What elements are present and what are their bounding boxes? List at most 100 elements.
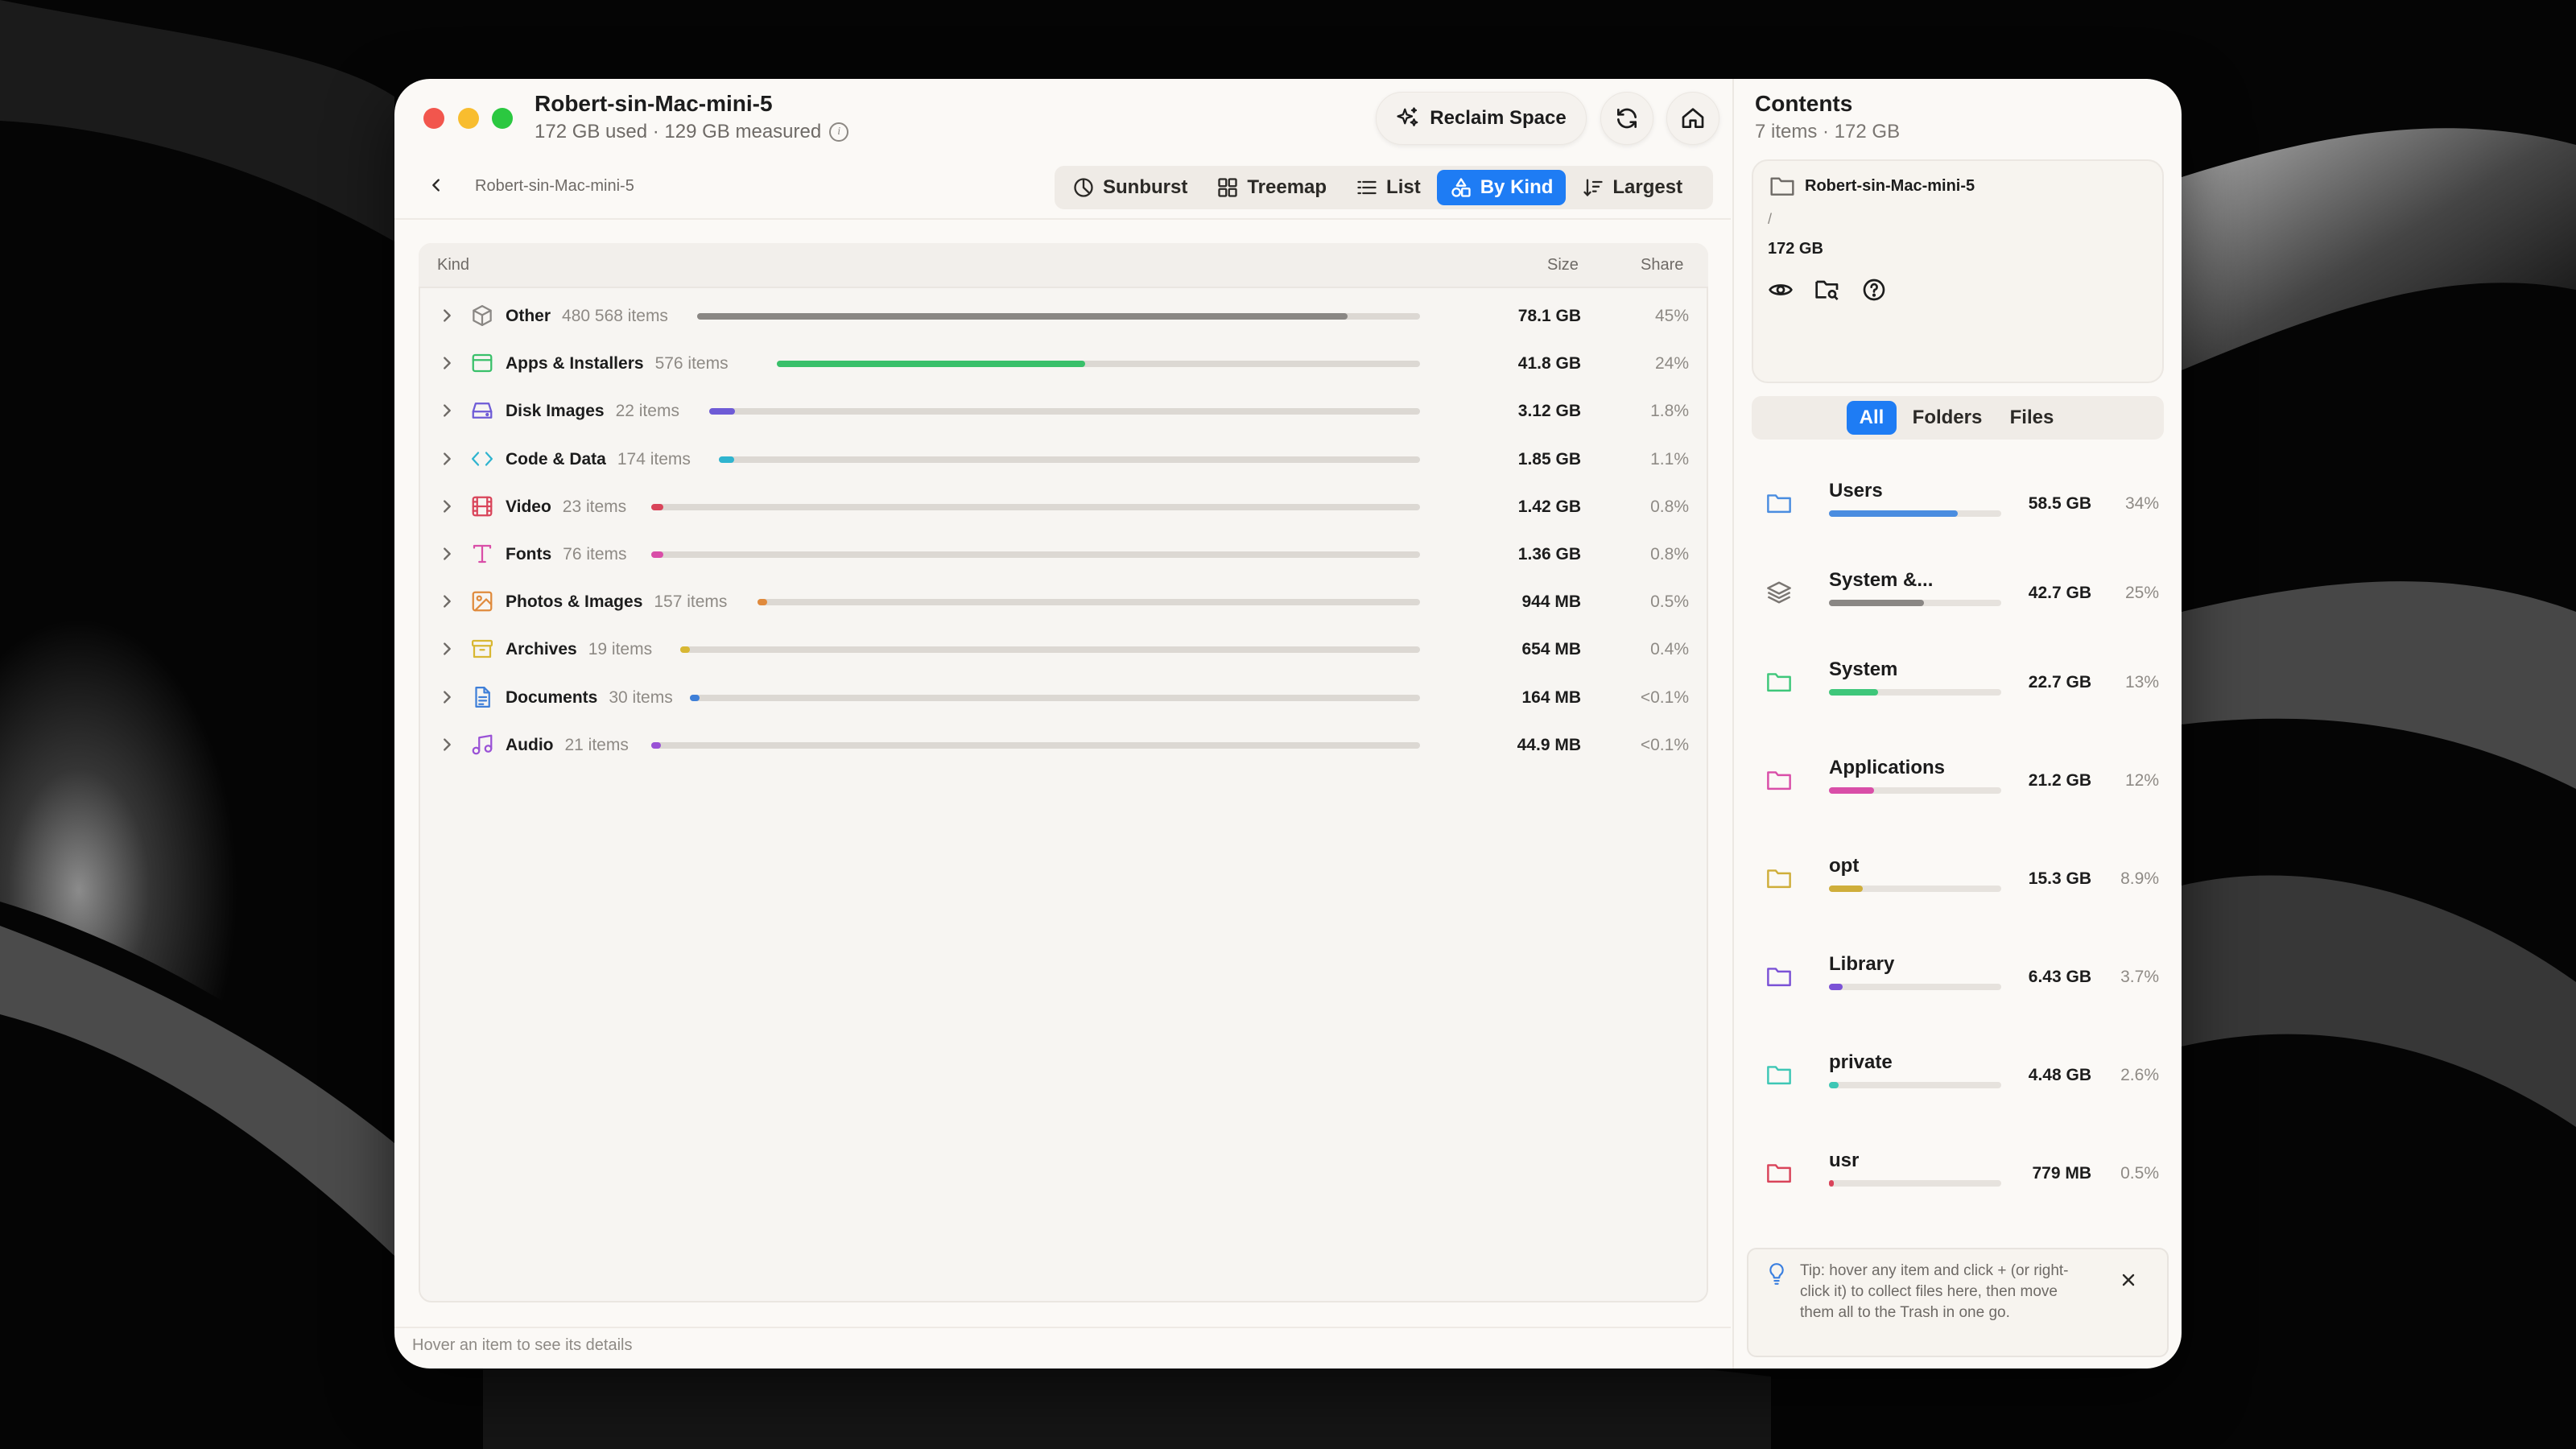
content-item-size: 22.7 GB	[2028, 673, 2091, 691]
content-item-size: 21.2 GB	[2028, 771, 2091, 790]
content-share-bar-fill	[1829, 886, 1863, 892]
minimize-window-button[interactable]	[458, 108, 479, 129]
column-share[interactable]: Share	[1641, 256, 1683, 275]
column-kind[interactable]: Kind	[437, 256, 469, 275]
archive-icon	[472, 640, 493, 658]
kind-name: Audio 21 items	[506, 736, 629, 755]
kind-size: 1.42 GB	[1517, 497, 1581, 516]
kind-item-count: 21 items	[564, 735, 629, 754]
kind-name: Archives 19 items	[506, 640, 652, 659]
content-share-bar-fill	[1829, 510, 1959, 517]
sidebar-subtitle: 7 items · 172 GB	[1755, 121, 1901, 142]
content-item-name: Applications	[1829, 757, 1946, 778]
share-bar	[680, 646, 1420, 654]
content-list-item[interactable]: Applications 21.2 GB 12%	[1752, 747, 2164, 836]
content-share-bar	[1829, 510, 2001, 517]
view-mode-switcher: Sunburst Treemap List By Kind Largest	[1055, 166, 1713, 209]
reclaim-space-button[interactable]: Reclaim Space	[1376, 92, 1587, 145]
toolbar-divider	[394, 218, 1731, 220]
filter-all-button[interactable]: All	[1847, 401, 1897, 435]
document-icon	[475, 686, 490, 708]
content-list-item[interactable]: opt 15.3 GB 8.9%	[1752, 845, 2164, 934]
code-icon	[472, 451, 493, 466]
content-item-size: 6.43 GB	[2028, 968, 2091, 986]
content-item-share: 2.6%	[2120, 1066, 2159, 1084]
kind-item-count: 30 items	[609, 687, 673, 707]
share-bar-fill	[651, 503, 664, 510]
kind-name: Video 23 items	[506, 497, 626, 517]
view-by-kind-button[interactable]: By Kind	[1436, 170, 1567, 205]
chevron-right-icon[interactable]	[438, 307, 456, 324]
chevron-right-icon[interactable]	[438, 592, 456, 610]
kind-name: Apps & Installers 576 items	[506, 354, 729, 374]
table-row[interactable]: Photos & Images 157 items 944 MB 0.5%	[419, 578, 1708, 625]
table-row[interactable]: Apps & Installers 576 items 41.8 GB 24%	[419, 340, 1708, 386]
content-list-item[interactable]: Users 58.5 GB 34%	[1752, 470, 2164, 559]
chevron-right-icon[interactable]	[438, 688, 456, 706]
content-share-bar	[1829, 984, 2001, 990]
zoom-window-button[interactable]	[492, 108, 513, 129]
column-size[interactable]: Size	[1547, 256, 1579, 275]
image-icon	[472, 591, 493, 612]
reveal-in-finder-icon[interactable]	[1814, 277, 1840, 303]
chevron-right-icon[interactable]	[438, 402, 456, 419]
table-row[interactable]: Fonts 76 items 1.36 GB 0.8%	[419, 530, 1708, 577]
table-row[interactable]: Video 23 items 1.42 GB 0.8%	[419, 483, 1708, 530]
share-bar	[651, 741, 1420, 749]
share-bar-fill	[757, 599, 767, 606]
content-list-item[interactable]: System 22.7 GB 13%	[1752, 649, 2164, 737]
view-list-button[interactable]: List	[1343, 170, 1434, 205]
breadcrumb[interactable]: Robert-sin-Mac-mini-5	[475, 177, 634, 196]
chevron-right-icon[interactable]	[438, 354, 456, 372]
content-list-item[interactable]: System &... 42.7 GB 25%	[1752, 559, 2164, 648]
chevron-right-icon[interactable]	[438, 640, 456, 658]
filter-folders-button[interactable]: Folders	[1905, 401, 1990, 435]
content-share-bar	[1829, 1082, 2001, 1088]
chevron-right-icon[interactable]	[438, 497, 456, 515]
close-icon[interactable]	[2119, 1270, 2138, 1290]
kind-size: 1.85 GB	[1517, 449, 1581, 469]
kind-label: Other	[506, 307, 551, 325]
chevron-right-icon[interactable]	[438, 736, 456, 753]
view-largest-button[interactable]: Largest	[1569, 170, 1695, 205]
kind-name: Code & Data 174 items	[506, 450, 691, 469]
eye-icon[interactable]	[1768, 277, 1794, 303]
chevron-right-icon[interactable]	[438, 450, 456, 468]
share-bar	[697, 313, 1420, 320]
content-item-share: 8.9%	[2120, 869, 2159, 888]
folder-icon	[1767, 1164, 1791, 1183]
kind-label: Video	[506, 497, 551, 516]
home-icon	[1682, 108, 1704, 128]
back-button[interactable]	[422, 171, 451, 200]
table-row[interactable]: Code & Data 174 items 1.85 GB 1.1%	[419, 436, 1708, 482]
content-list-item[interactable]: Library 6.43 GB 3.7%	[1752, 943, 2164, 1032]
close-window-button[interactable]	[423, 108, 444, 129]
table-row[interactable]: Disk Images 22 items 3.12 GB 1.8%	[419, 387, 1708, 434]
info-icon[interactable]: i	[829, 122, 849, 142]
home-button[interactable]	[1666, 92, 1719, 145]
table-row[interactable]: Archives 19 items 654 MB 0.4%	[419, 625, 1708, 672]
content-item-share: 3.7%	[2120, 968, 2159, 986]
table-row[interactable]: Audio 21 items 44.9 MB <0.1%	[419, 721, 1708, 768]
help-icon[interactable]	[1861, 277, 1887, 303]
kind-share: <0.1%	[1640, 735, 1689, 754]
view-sunburst-label: Sunburst	[1103, 176, 1188, 198]
refresh-button[interactable]	[1600, 92, 1653, 145]
folder-icon	[1767, 869, 1791, 889]
kind-name: Other 480 568 items	[506, 307, 668, 326]
content-list-item[interactable]: private 4.48 GB 2.6%	[1752, 1042, 2164, 1130]
kind-size: 44.9 MB	[1517, 735, 1581, 754]
refresh-icon	[1617, 108, 1637, 129]
content-item-size: 42.7 GB	[2028, 584, 2091, 602]
kind-size: 944 MB	[1521, 592, 1581, 612]
kind-name: Documents 30 items	[506, 688, 673, 708]
chevron-right-icon[interactable]	[438, 545, 456, 563]
view-sunburst-button[interactable]: Sunburst	[1059, 170, 1200, 205]
filter-files-button[interactable]: Files	[1998, 401, 2066, 435]
view-treemap-button[interactable]: Treemap	[1203, 170, 1340, 205]
selection-actions	[1768, 277, 1887, 303]
table-row[interactable]: Documents 30 items 164 MB <0.1%	[419, 674, 1708, 720]
kind-item-count: 480 568 items	[562, 307, 668, 325]
content-list-item[interactable]: usr 779 MB 0.5%	[1752, 1140, 2164, 1228]
table-row[interactable]: Other 480 568 items 78.1 GB 45%	[419, 292, 1708, 339]
